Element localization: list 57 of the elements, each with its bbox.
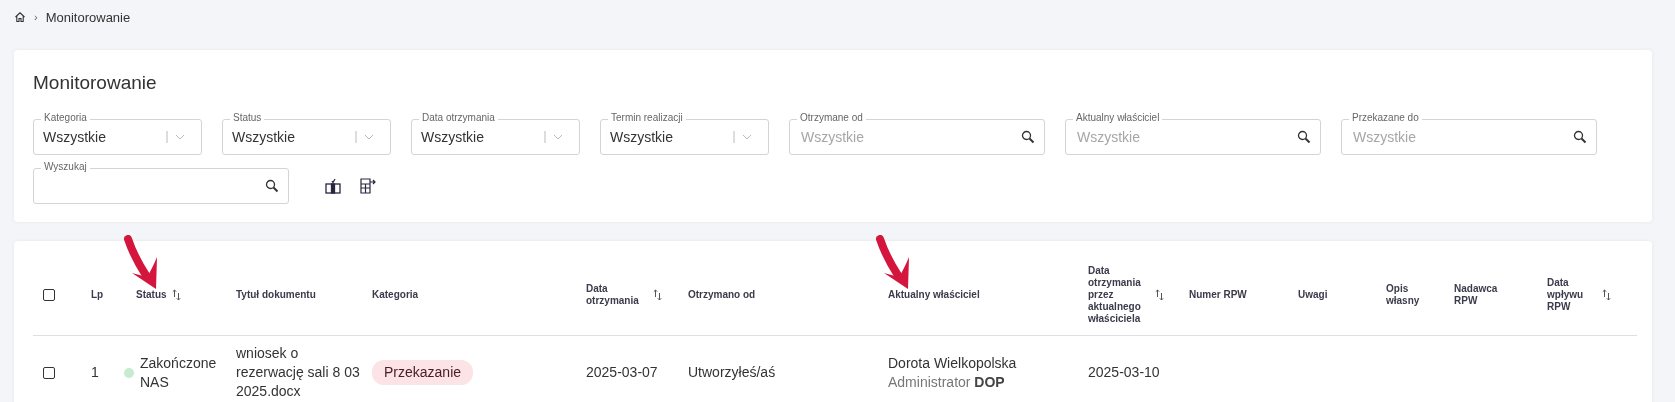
field-label: Aktualny właściciel [1073,112,1163,124]
search-input[interactable]: Wszystkie [799,128,1021,146]
checkbox[interactable] [43,366,55,379]
dropdown-field[interactable]: Termin realizacji Wszystkie [600,112,769,155]
field-label: Przekazane do [1349,112,1422,124]
search-input[interactable]: Wszystkie [1351,128,1573,146]
home-icon[interactable] [14,11,26,23]
document-title: wniosek o rezerwację sali 8 03 2025.docx [236,344,361,401]
table-cell: 2025-03-07 [586,363,658,382]
table-cell: 1 [91,363,99,382]
sort-icon[interactable] [653,289,662,301]
table-cell: Utworzyłeś/aś [688,363,776,382]
field-label: Termin realizacji [608,112,686,124]
search-field[interactable]: Otrzymane od Wszystkie [789,112,1045,155]
sort-icon[interactable] [171,289,181,301]
search-icon[interactable] [265,179,279,193]
table-cell: 2025-03-10 [1088,363,1160,382]
column-header: Kategoria [372,289,419,301]
search-icon[interactable] [1297,130,1311,144]
search-field[interactable]: Aktualny właściciel Wszystkie [1065,112,1321,155]
column-header[interactable]: Data wpływu RPW [1547,277,1597,313]
checkbox[interactable] [43,289,55,301]
search-field[interactable]: Wyszukaj [33,161,289,204]
page-title: Monitorowanie [33,72,158,94]
columns-icon[interactable] [325,178,341,194]
field-label: Otrzymane od [797,112,866,124]
owner-role: Administrator DOP [888,372,1006,392]
field-label: Wyszukaj [41,161,90,173]
search-input[interactable]: Wszystkie [1075,128,1297,146]
field-label: Status [230,112,265,124]
column-header: Aktualny właściciel [888,289,980,301]
dropdown-field[interactable]: Data otrzymania Wszystkie [411,112,580,155]
column-header: Lp [91,289,104,301]
export-table-icon[interactable] [359,177,377,195]
sort-icon[interactable] [1602,289,1611,301]
search-icon[interactable] [1573,130,1587,144]
column-header[interactable]: Data otrzymania [586,283,648,307]
column-header: Otrzymano od [688,289,756,301]
column-header: Opis własny [1386,283,1421,307]
column-header[interactable]: Status [136,289,167,301]
field-label: Data otrzymania [419,112,498,124]
column-header: Numer RPW [1189,289,1247,301]
column-header: Uwagi [1298,289,1328,301]
dropdown-field[interactable]: Kategoria Wszystkie [33,112,202,155]
status-text: Zakończone NAS [140,353,218,392]
breadcrumb-separator: › [34,11,38,23]
column-header[interactable]: Data otrzymania przez aktualnego właściciela [1088,265,1150,325]
dropdown-field[interactable]: Status Wszystkie [222,112,391,155]
column-header: Nadawca RPW [1454,283,1499,307]
field-label: Kategoria [41,112,90,124]
sort-icon[interactable] [1155,289,1164,301]
breadcrumb-item: Monitorowanie [45,9,131,25]
search-field[interactable]: Przekazane do Wszystkie [1341,112,1597,155]
owner-name: Dorota Wielkopolska [888,353,1017,373]
category-tag: Przekazanie [372,360,474,385]
search-icon[interactable] [1021,130,1035,144]
column-header: Tytuł dokumentu [236,289,316,301]
